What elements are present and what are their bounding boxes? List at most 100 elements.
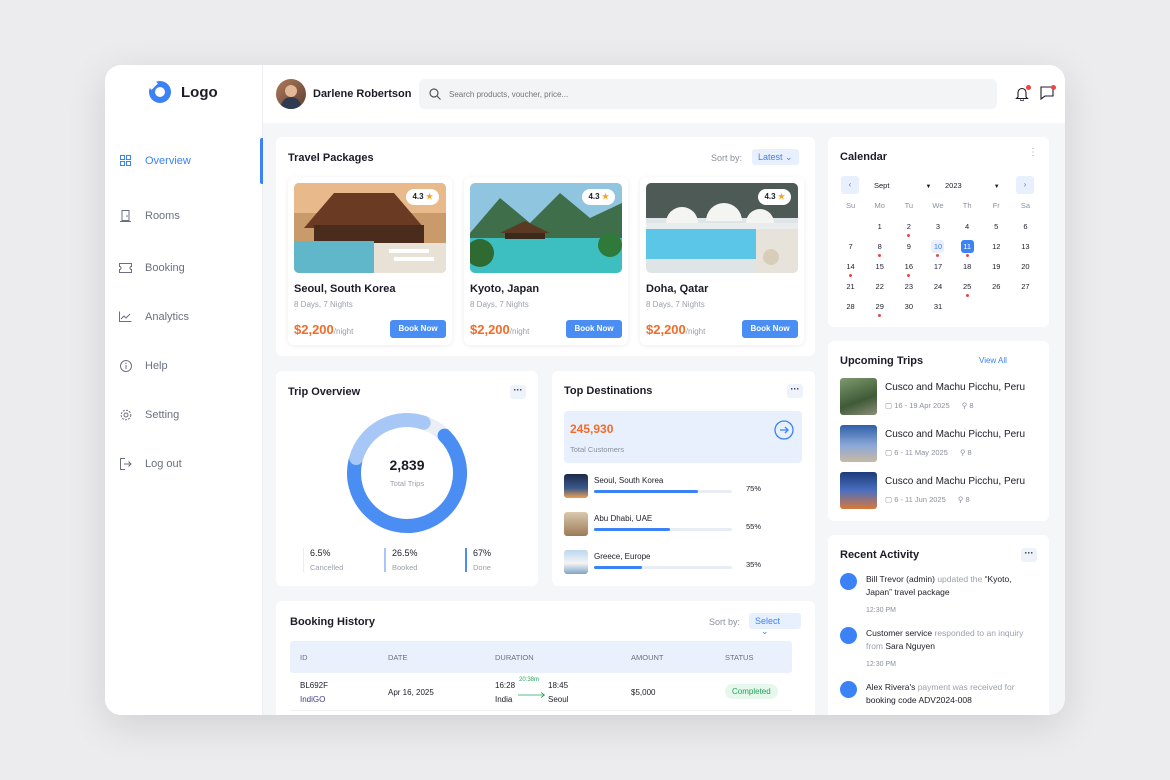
- donut-segment-booked: [349, 413, 431, 466]
- caret-down-icon: ▼: [993, 184, 1000, 190]
- calendar-day[interactable]: 6: [1011, 220, 1040, 240]
- trip-name: Cusco and Machu Picchu, Peru: [885, 382, 1026, 393]
- calendar-day[interactable]: 24: [923, 280, 952, 300]
- table-row[interactable]: BL692F IndiGO Apr 16, 2025 16:28 India 2…: [290, 673, 792, 711]
- calendar-day[interactable]: 19: [982, 260, 1011, 280]
- calendar-day[interactable]: 4: [953, 220, 982, 240]
- package-duration: 8 Days, 7 Nights: [294, 300, 353, 309]
- trip-item[interactable]: Cusco and Machu Picchu, Peru ▢ 6 - 11 Ju…: [840, 472, 1040, 509]
- book-now-button[interactable]: Book Now: [566, 320, 622, 338]
- destination-row[interactable]: Seoul, South Korea 75%: [564, 474, 804, 498]
- calendar-day[interactable]: 9: [894, 240, 923, 260]
- trip-name: Cusco and Machu Picchu, Peru: [885, 429, 1026, 440]
- calendar-day[interactable]: 20: [1011, 260, 1040, 280]
- package-card[interactable]: 4.3 ★ Seoul, South Korea 8 Days, 7 Night…: [288, 177, 452, 345]
- package-card[interactable]: 4.3 ★ Doha, Qatar 8 Days, 7 Nights $2,20…: [640, 177, 804, 345]
- message-icon[interactable]: [1040, 85, 1056, 102]
- calendar-day[interactable]: 22: [865, 280, 894, 300]
- sidebar-item-overview[interactable]: Overview: [119, 154, 191, 167]
- destination-row[interactable]: Greece, Europe 35%: [564, 550, 804, 574]
- weekday-label: Fr: [992, 201, 1000, 210]
- sort-dropdown[interactable]: Latest ⌄: [752, 149, 799, 165]
- destination-row[interactable]: Abu Dhabi, UAE 55%: [564, 512, 804, 536]
- chat-icon: [840, 627, 857, 644]
- search-bar[interactable]: [419, 79, 997, 109]
- sidebar-item-logout[interactable]: Log out: [119, 457, 182, 470]
- calendar-day[interactable]: 13: [1011, 240, 1040, 260]
- calendar-day[interactable]: 12: [982, 240, 1011, 260]
- calendar-day[interactable]: 17: [923, 260, 952, 280]
- package-card[interactable]: 4.3 ★ Kyoto, Japan 8 Days, 7 Nights $2,2…: [464, 177, 628, 345]
- calendar-empty: [953, 300, 982, 320]
- weekday-label: Mo: [874, 201, 885, 210]
- calendar-day[interactable]: 23: [894, 280, 923, 300]
- calendar-day[interactable]: 21: [836, 280, 865, 300]
- sidebar-item-booking[interactable]: Booking: [119, 261, 185, 274]
- booking-date: Apr 16, 2025: [388, 688, 434, 697]
- calendar-day[interactable]: 11: [953, 240, 982, 260]
- more-options-button[interactable]: ···: [1021, 548, 1037, 562]
- book-now-button[interactable]: Book Now: [742, 320, 798, 338]
- calendar-day[interactable]: 27: [1011, 280, 1040, 300]
- activity-text: Customer service responded to an inquiry…: [866, 628, 1024, 651]
- month-select[interactable]: Sept ▼: [874, 181, 931, 190]
- calendar-day[interactable]: 30: [894, 300, 923, 320]
- more-options-button[interactable]: ···: [787, 384, 803, 398]
- calendar-day[interactable]: 7: [836, 240, 865, 260]
- year-select[interactable]: 2023 ▼: [945, 181, 1000, 190]
- grid-icon: [119, 154, 132, 167]
- view-all-link[interactable]: View All: [979, 356, 1007, 365]
- trip-item[interactable]: Cusco and Machu Picchu, Peru ▢ 16 - 19 A…: [840, 378, 1040, 415]
- book-now-button[interactable]: Book Now: [390, 320, 446, 338]
- sidebar-item-help[interactable]: Help: [119, 359, 168, 372]
- search-icon: [429, 88, 441, 100]
- more-vertical-icon[interactable]: ⋮: [1028, 147, 1038, 158]
- calendar-day[interactable]: 25: [953, 280, 982, 300]
- package-name: Kyoto, Japan: [470, 283, 540, 295]
- top-header: Darlene Robertson: [263, 65, 1065, 123]
- calendar-day[interactable]: 29: [865, 300, 894, 320]
- avatar[interactable]: [276, 79, 306, 109]
- calendar-icon: ▢: [885, 495, 893, 504]
- calendar-day[interactable]: 2: [894, 220, 923, 240]
- calendar-day[interactable]: 5: [982, 220, 1011, 240]
- user-icon: ⚲: [959, 448, 966, 457]
- door-icon: [119, 209, 132, 222]
- logo[interactable]: Logo: [149, 81, 218, 103]
- sidebar-item-setting[interactable]: Setting: [119, 408, 179, 421]
- calendar-day[interactable]: 15: [865, 260, 894, 280]
- card-title: Calendar: [840, 151, 888, 163]
- calendar-day[interactable]: 1: [865, 220, 894, 240]
- progress-track: [594, 528, 732, 531]
- bell-icon[interactable]: [1015, 85, 1031, 102]
- prev-month-button[interactable]: ‹: [841, 176, 859, 194]
- next-month-button[interactable]: ›: [1016, 176, 1034, 194]
- active-nav-indicator: [260, 138, 263, 184]
- sort-dropdown[interactable]: Select ⌄: [749, 613, 801, 636]
- more-options-button[interactable]: ···: [510, 385, 526, 399]
- calendar-day[interactable]: 14: [836, 260, 865, 280]
- package-duration: 8 Days, 7 Nights: [470, 300, 529, 309]
- trip-item[interactable]: Cusco and Machu Picchu, Peru ▢ 6 - 11 Ma…: [840, 425, 1040, 462]
- calendar-week: 14 15 16 17 18 19 20: [836, 260, 1040, 280]
- sidebar-item-label: Overview: [145, 154, 191, 167]
- calendar-day[interactable]: 3: [923, 220, 952, 240]
- calendar-day[interactable]: 28: [836, 300, 865, 320]
- sidebar-item-analytics[interactable]: Analytics: [119, 310, 189, 323]
- notification-dot: [1026, 85, 1031, 90]
- sidebar-item-rooms[interactable]: Rooms: [119, 209, 180, 222]
- calendar-day[interactable]: 18: [953, 260, 982, 280]
- package-name: Doha, Qatar: [646, 283, 709, 295]
- calendar-day[interactable]: 16: [894, 260, 923, 280]
- calendar-day[interactable]: 8: [865, 240, 894, 260]
- calendar-day[interactable]: 10: [923, 240, 952, 260]
- arrow-right-circle-icon[interactable]: [774, 420, 794, 445]
- calendar-day[interactable]: 26: [982, 280, 1011, 300]
- trip-meta: ▢ 6 - 11 Jun 2025 ⚲ 8: [885, 495, 970, 504]
- calendar-grid: Su Mo Tu We Th Fr Sa 1 2 3 4 5 6 7 8 9 10 11 12 13 14 15 16 17…: [836, 201, 1040, 320]
- booking-history-card: Booking History Sort by: Select ⌄ ID DAT…: [276, 601, 815, 715]
- calendar-day[interactable]: 31: [923, 300, 952, 320]
- sort-label: Sort by:: [711, 153, 743, 163]
- package-name: Seoul, South Korea: [294, 283, 396, 295]
- search-input[interactable]: [449, 89, 949, 99]
